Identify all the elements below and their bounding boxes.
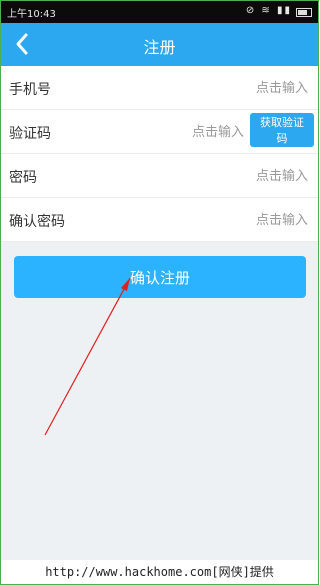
phone-input[interactable] [146, 76, 310, 100]
password-row: 密码 [1, 154, 318, 198]
page-title: 注册 [143, 38, 176, 57]
confirm-password-label: 确认密码 [9, 214, 65, 230]
get-code-button[interactable]: 获取验证码 [250, 113, 314, 147]
status-icons: ⊘ ≋ ▮▮ [246, 5, 292, 16]
code-input[interactable] [122, 120, 246, 144]
code-row: 验证码 获取验证码 [1, 110, 318, 154]
phone-label: 手机号 [9, 82, 51, 98]
battery-icon [296, 8, 312, 17]
navigation-bar: 注册 [1, 23, 318, 66]
password-label: 密码 [9, 170, 37, 186]
signal-icons: ⊘ ≋ ▮▮ [245, 5, 292, 16]
confirm-register-button[interactable]: 确认注册 [14, 256, 306, 298]
confirm-password-row: 确认密码 [1, 198, 318, 242]
status-bar: 上午10:43 ⊘ ≋ ▮▮ [1, 1, 318, 23]
code-label: 验证码 [9, 126, 51, 142]
phone-row: 手机号 [1, 66, 318, 110]
confirm-password-input[interactable] [146, 208, 310, 232]
register-form: 手机号 验证码 获取验证码 密码 确认密码 [1, 66, 318, 242]
status-time: 上午10:43 [7, 9, 56, 20]
password-input[interactable] [146, 164, 310, 188]
footer-watermark: http://www.hackhome.com[网侠]提供 [1, 560, 318, 584]
